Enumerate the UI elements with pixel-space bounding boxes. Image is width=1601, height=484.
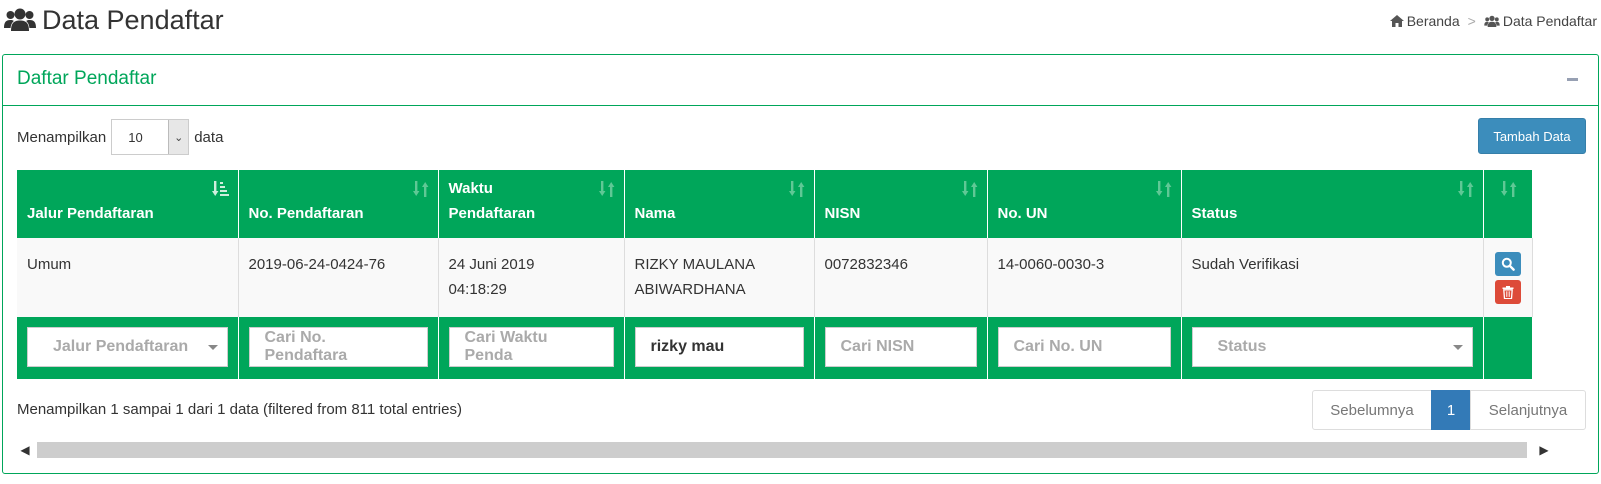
column-header-waktu[interactable]: Waktu Pendaftaran — [438, 170, 625, 238]
cell-nama: RIZKY MAULANA ABIWARDHANA — [624, 238, 815, 317]
page-length-value: 10 — [128, 130, 143, 145]
breadcrumb-separator: > — [1467, 13, 1476, 29]
filter-cell-nisn: Cari NISN — [814, 317, 988, 379]
column-header-label: No. Pendaftaran — [248, 205, 364, 222]
caret-down-icon — [207, 345, 218, 350]
column-header-label: No. UN — [997, 205, 1048, 222]
column-header-label: Jalur Pendaftaran — [27, 205, 154, 222]
column-header-nisn[interactable]: NISN — [814, 170, 988, 238]
column-header-label-line2: Pendaftaran — [448, 205, 536, 222]
page-header: Data Pendaftar Beranda > Data Pendaftar — [0, 0, 1601, 46]
box-header: Daftar Pendaftar — [3, 55, 1598, 106]
sort-icon — [1457, 181, 1473, 197]
home-icon — [1389, 15, 1404, 27]
status-filter-value: Status — [1217, 338, 1267, 355]
collapse-button[interactable] — [1564, 69, 1582, 89]
filter-cell-nama: rizky mau — [624, 317, 815, 379]
horizontal-scrollbar[interactable]: ◀ ▶ — [17, 441, 1552, 459]
add-data-button[interactable]: Tambah Data — [1478, 118, 1586, 154]
column-header-label: Status — [1191, 205, 1238, 222]
cell-status: Sudah Verifikasi — [1181, 238, 1484, 317]
status-filter-select[interactable]: Status — [1191, 327, 1473, 367]
length-prefix: Menampilkan — [17, 128, 107, 146]
no-pendaftaran-search-input[interactable]: Cari No. Pendaftara — [248, 327, 428, 367]
breadcrumb-home-link[interactable]: Beranda — [1407, 13, 1460, 29]
pagination-page-1[interactable]: 1 — [1431, 390, 1471, 430]
page-title-text: Data Pendaftar — [42, 4, 224, 35]
column-header-label: NISN — [824, 205, 861, 222]
page-length-select[interactable]: 10 ⌄ — [111, 119, 190, 155]
waktu-search-input[interactable]: Cari Waktu Penda — [448, 327, 614, 367]
filter-cell-status: Status — [1181, 317, 1484, 379]
column-header-actions[interactable] — [1483, 170, 1533, 238]
sort-desc-icon — [211, 181, 229, 196]
filter-cell-actions — [1483, 317, 1533, 379]
filter-cell-waktu: Cari Waktu Penda — [438, 317, 625, 379]
cell-jalur: Umum — [17, 238, 239, 317]
view-button[interactable] — [1494, 252, 1521, 276]
chevron-down-icon: ⌄ — [168, 120, 189, 154]
scroll-right-icon[interactable]: ▶ — [1536, 441, 1552, 459]
cell-no-pendaftaran: 2019-06-24-0424-76 — [238, 238, 439, 317]
cell-nama-line2: ABIWARDHANA — [634, 281, 746, 298]
cell-no-un: 14-0060-0030-3 — [987, 238, 1182, 317]
sort-icon — [961, 181, 977, 197]
column-header-status[interactable]: Status — [1181, 170, 1484, 238]
scrollbar-thumb[interactable] — [37, 442, 1527, 458]
cell-waktu: 24 Juni 2019 04:18:29 — [438, 238, 625, 317]
table-header-row: Jalur Pendaftaran No. Pendaftaran Waktu … — [17, 170, 1533, 238]
pagination: Sebelumnya 1 Selanjutnya — [1312, 390, 1586, 430]
cell-waktu-date: 24 Juni 2019 — [448, 256, 535, 273]
search-icon — [1501, 257, 1515, 271]
cell-actions — [1483, 238, 1533, 317]
pagination-next[interactable]: Selanjutnya — [1470, 390, 1586, 430]
registrant-table: Jalur Pendaftaran No. Pendaftaran Waktu … — [17, 170, 1533, 379]
nama-search-input[interactable]: rizky mau — [634, 327, 804, 367]
filter-cell-no-pendaftaran: Cari No. Pendaftara — [238, 317, 439, 379]
page-length-control: Menampilkan 10 ⌄ data — [17, 119, 223, 155]
jalur-filter-value: Jalur Pendaftaran — [53, 338, 189, 355]
jalur-filter-select[interactable]: Jalur Pendaftaran — [27, 327, 228, 367]
table-row: Umum 2019-06-24-0424-76 24 Juni 2019 04:… — [17, 238, 1533, 317]
users-icon — [1484, 15, 1500, 27]
registrant-list-box: Daftar Pendaftar Menampilkan 10 ⌄ data T… — [2, 54, 1599, 474]
column-header-no-un[interactable]: No. UN — [987, 170, 1182, 238]
sort-icon — [1500, 181, 1516, 197]
sort-icon — [1155, 181, 1171, 197]
filter-cell-jalur: Jalur Pendaftaran — [17, 317, 239, 379]
delete-button[interactable] — [1494, 280, 1521, 304]
length-suffix: data — [194, 128, 224, 146]
cell-nama-line1: RIZKY MAULANA — [634, 256, 756, 273]
column-header-no-pendaftaran[interactable]: No. Pendaftaran — [238, 170, 439, 238]
scroll-left-icon[interactable]: ◀ — [17, 441, 33, 459]
box-title: Daftar Pendaftar — [17, 68, 157, 89]
filter-cell-no-un: Cari No. UN — [987, 317, 1182, 379]
column-header-label: Nama — [634, 205, 676, 222]
sort-icon — [788, 181, 804, 197]
filter-row: Jalur Pendaftaran Cari No. Pendaftara Ca… — [17, 317, 1533, 379]
cell-nisn: 0072832346 — [814, 238, 988, 317]
caret-down-icon — [1452, 345, 1463, 350]
sort-icon — [598, 181, 614, 197]
table-info: Menampilkan 1 sampai 1 dari 1 data (filt… — [17, 401, 462, 418]
no-un-search-input[interactable]: Cari No. UN — [997, 327, 1171, 367]
users-icon — [4, 8, 36, 31]
cell-waktu-time: 04:18:29 — [448, 281, 507, 298]
column-header-nama[interactable]: Nama — [624, 170, 815, 238]
page-title: Data Pendaftar — [4, 4, 224, 36]
column-header-label-line1: Waktu — [448, 180, 493, 197]
nisn-search-input[interactable]: Cari NISN — [824, 327, 977, 367]
trash-icon — [1502, 285, 1513, 299]
sort-icon — [412, 181, 428, 197]
breadcrumb: Beranda > Data Pendaftar — [1389, 13, 1597, 29]
column-header-jalur[interactable]: Jalur Pendaftaran — [17, 170, 239, 238]
breadcrumb-current: Data Pendaftar — [1502, 13, 1597, 29]
pagination-previous[interactable]: Sebelumnya — [1312, 390, 1432, 430]
